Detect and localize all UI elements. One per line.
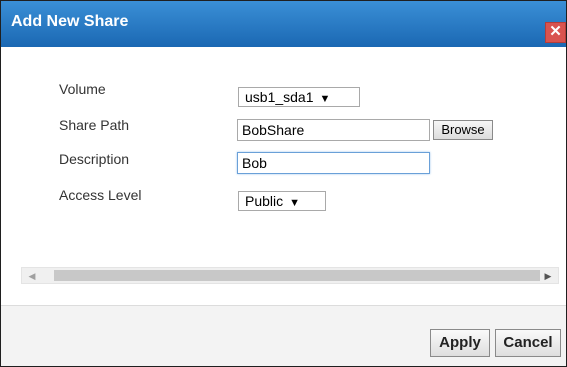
chevron-down-icon: ▼ [289,197,301,209]
chevron-down-icon: ▼ [319,93,331,105]
share-path-label: Share Path [59,117,130,133]
cancel-button[interactable]: Cancel [495,329,561,357]
share-path-input[interactable] [237,119,430,141]
close-icon[interactable]: ✕ [545,22,566,43]
horizontal-scrollbar[interactable]: ◀ ▶ [21,267,559,284]
description-label: Description [59,151,130,167]
volume-select[interactable]: usb1_sda1 ▼ [238,87,360,107]
scroll-left-arrow-icon[interactable]: ◀ [24,269,40,283]
access-level-select[interactable]: Public ▼ [238,191,326,211]
volume-label: Volume [59,81,106,97]
description-input[interactable] [237,152,430,174]
access-level-select-value: Public [245,193,284,209]
scroll-right-arrow-icon[interactable]: ▶ [540,269,556,283]
dialog-title-bar[interactable]: Add New Share ✕ [1,1,566,47]
access-level-label: Access Level [59,187,142,203]
dialog-title: Add New Share [11,13,129,30]
add-share-dialog: Add New Share ✕ Volume usb1_sda1 ▼ Share … [0,0,567,367]
scrollbar-thumb[interactable] [54,270,540,281]
volume-select-value: usb1_sda1 [245,89,314,105]
browse-button[interactable]: Browse [433,120,493,140]
apply-button[interactable]: Apply [430,329,490,357]
